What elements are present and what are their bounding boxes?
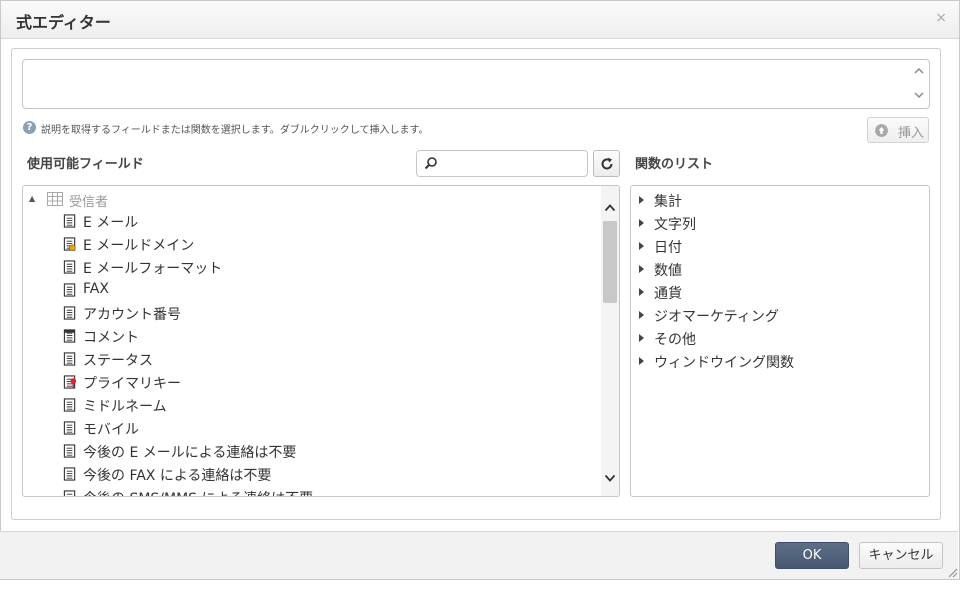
- function-category-label: ウィンドウイング関数: [654, 355, 794, 371]
- expand-arrow-icon[interactable]: [639, 334, 644, 342]
- available-fields-title: 使用可能フィールド: [27, 157, 144, 172]
- field-item-label: E メールドメイン: [83, 238, 195, 254]
- function-category-label: ジオマーケティング: [654, 309, 779, 325]
- field-item[interactable]: 今後の FAX による連絡は不要: [63, 463, 603, 486]
- dialog-title-bar[interactable]: 式エディター ×: [1, 1, 959, 39]
- available-fields-tree: ▲ 受信者 E メール E メールドメイン E メールフォーマット FAX アカウント番…: [22, 185, 620, 497]
- field-item-label: 今後の FAX による連絡は不要: [83, 468, 272, 484]
- field-item-label: E メール: [83, 215, 139, 231]
- field-item[interactable]: 今後の E メールによる連絡は不要: [63, 440, 603, 463]
- text-field-icon: [63, 283, 76, 297]
- field-item[interactable]: モバイル: [63, 417, 603, 440]
- field-item[interactable]: ミドルネーム: [63, 394, 603, 417]
- field-item-label: E メールフォーマット: [83, 261, 223, 277]
- field-item-label: アカウント番号: [83, 307, 181, 323]
- field-item[interactable]: プライマリキー: [63, 371, 603, 394]
- function-category-label: 文字列: [654, 217, 696, 233]
- field-item-label: ミドルネーム: [83, 399, 167, 415]
- text-field-icon: [63, 490, 76, 496]
- expand-arrow-icon[interactable]: [639, 196, 644, 204]
- help-text: 説明を取得するフィールドまたは関数を選択します。ダブルクリックして挿入します。: [41, 125, 429, 136]
- field-item-label: ステータス: [83, 353, 153, 369]
- field-item[interactable]: E メールフォーマット: [63, 256, 603, 279]
- table-icon: [47, 192, 63, 206]
- expression-input[interactable]: [22, 59, 930, 109]
- field-item[interactable]: FAX: [63, 279, 603, 302]
- field-item-label: プライマリキー: [83, 376, 181, 392]
- function-category-label: 集計: [654, 194, 682, 210]
- field-item[interactable]: ステータス: [63, 348, 603, 371]
- expand-arrow-icon[interactable]: [639, 242, 644, 250]
- arrow-up-circle-icon: [875, 124, 888, 137]
- field-item-label: 今後の E メールによる連絡は不要: [83, 445, 297, 461]
- collapse-arrow-icon[interactable]: ▲: [29, 194, 35, 203]
- text-field-icon: [63, 444, 76, 458]
- field-list: E メール E メールドメイン E メールフォーマット FAX アカウント番号 コメントス…: [63, 210, 603, 496]
- scrollbar-thumb[interactable]: [603, 221, 617, 303]
- text-field-icon: [63, 467, 76, 481]
- field-item-label: モバイル: [83, 422, 139, 438]
- dialog-title: 式エディター: [16, 13, 111, 32]
- close-icon[interactable]: ×: [935, 10, 947, 26]
- tree-root-label: 受信者: [69, 195, 109, 210]
- text-field-icon: [63, 421, 76, 435]
- fields-scrollbar[interactable]: [601, 186, 619, 496]
- memo-field-icon: [63, 329, 76, 343]
- field-item-label: コメント: [83, 330, 139, 346]
- refresh-button[interactable]: [593, 150, 620, 177]
- function-list-title: 関数のリスト: [635, 157, 714, 172]
- insert-button[interactable]: 挿入: [867, 117, 929, 143]
- scroll-up-icon[interactable]: [604, 202, 616, 214]
- field-item[interactable]: 今後の SMS/MMS による連絡は不要: [63, 486, 603, 496]
- expand-arrow-icon[interactable]: [639, 311, 644, 319]
- field-item[interactable]: アカウント番号: [63, 302, 603, 325]
- expand-arrow-icon[interactable]: [639, 288, 644, 296]
- text-field-icon: [63, 398, 76, 412]
- scroll-down-icon[interactable]: [604, 472, 616, 484]
- field-item-label: 今後の SMS/MMS による連絡は不要: [83, 488, 313, 496]
- text-field-icon: [63, 214, 76, 228]
- cancel-button[interactable]: キャンセル: [859, 542, 943, 569]
- function-category-label: 数値: [654, 263, 682, 279]
- field-item-label: FAX: [83, 281, 109, 297]
- function-list-tree: 集計文字列日付数値通貨ジオマーケティング その他ウィンドウイング関数: [630, 185, 930, 497]
- expand-arrow-icon[interactable]: [639, 357, 644, 365]
- scroll-up-icon[interactable]: [913, 65, 925, 77]
- expand-arrow-icon[interactable]: [639, 219, 644, 227]
- text-field-icon: [63, 260, 76, 274]
- field-item[interactable]: E メール: [63, 210, 603, 233]
- expand-arrow-icon[interactable]: [639, 265, 644, 273]
- search-icon: [424, 157, 437, 170]
- scroll-down-icon[interactable]: [913, 89, 925, 101]
- function-category-label: 日付: [654, 240, 682, 256]
- ok-button[interactable]: OK: [775, 542, 849, 569]
- refresh-icon: [601, 157, 613, 170]
- text-field-icon: [63, 306, 76, 320]
- resize-grip-icon[interactable]: [948, 568, 958, 578]
- function-category-label: 通貨: [654, 286, 682, 302]
- function-category-label: その他: [654, 332, 696, 348]
- text-field-icon: [63, 352, 76, 366]
- field-search-input[interactable]: [416, 150, 588, 177]
- insert-button-label: 挿入: [898, 126, 925, 141]
- key-field-icon: [63, 375, 77, 389]
- field-item[interactable]: E メールドメイン: [63, 233, 603, 256]
- help-icon: ?: [23, 121, 36, 134]
- computed-field-icon: [63, 237, 76, 252]
- field-item[interactable]: コメント: [63, 325, 603, 348]
